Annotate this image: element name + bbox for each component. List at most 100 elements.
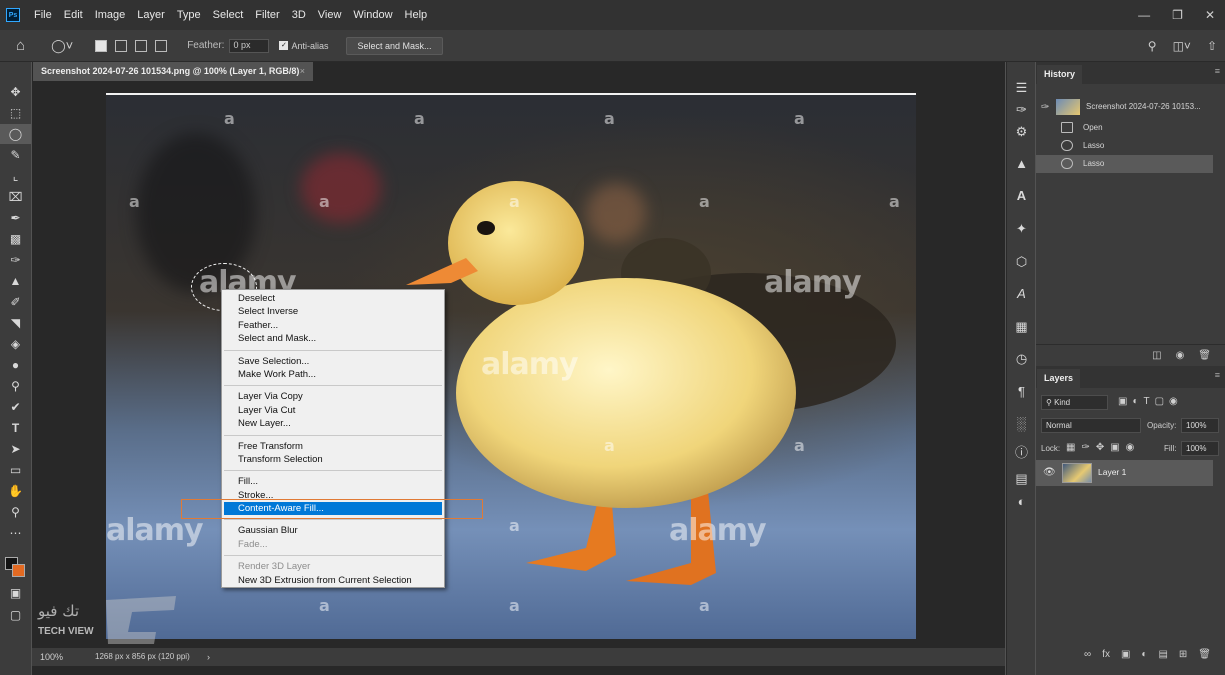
menu-edit[interactable]: Edit (58, 0, 89, 30)
history-step[interactable]: Lasso (1036, 137, 1213, 155)
blur-tool-icon[interactable]: ● (0, 355, 31, 375)
snapshot-camera-icon[interactable]: ◉ (1176, 350, 1185, 361)
histogram-icon[interactable]: ░ (1007, 416, 1036, 431)
menu-item-feather[interactable]: Feather... (222, 319, 444, 332)
select-and-mask-button[interactable]: Select and Mask... (346, 36, 443, 55)
panel-menu-icon[interactable]: ≡ (1215, 370, 1220, 380)
pen-tool-icon[interactable]: ✔ (0, 397, 31, 417)
intersect-selection-icon[interactable] (155, 39, 168, 52)
layer-row[interactable]: 👁 Layer 1 (1036, 460, 1213, 486)
eyedropper-tool-icon[interactable]: ✒ (0, 208, 31, 228)
menu-3d[interactable]: 3D (286, 0, 312, 30)
hand-tool-icon[interactable]: ✋ (0, 481, 31, 501)
delete-icon[interactable]: 🗑 (1198, 350, 1211, 361)
add-mask-icon[interactable]: ▣ (1121, 649, 1130, 660)
new-document-from-state-icon[interactable]: ◫ (1152, 350, 1161, 361)
swatches-icon[interactable]: ▦ (1007, 319, 1036, 335)
history-step-active[interactable]: Lasso (1036, 155, 1213, 173)
add-selection-icon[interactable] (115, 39, 128, 52)
3d-icon[interactable]: ⬡ (1007, 254, 1036, 270)
quick-selection-tool-icon[interactable]: ✎ (0, 145, 31, 165)
type-tool-icon[interactable]: T (0, 418, 31, 438)
zoom-tool-icon[interactable]: ⚲ (0, 502, 31, 522)
menu-select[interactable]: Select (207, 0, 250, 30)
history-step[interactable]: Open (1036, 119, 1213, 137)
feather-input[interactable]: 0 px (229, 38, 270, 53)
fill-input[interactable]: 100% (1181, 441, 1219, 456)
menu-layer[interactable]: Layer (131, 0, 171, 30)
menu-item-save-selection[interactable]: Save Selection... (222, 355, 444, 368)
visibility-eye-icon[interactable]: 👁 (1043, 467, 1056, 478)
workspace-icon[interactable]: ◫˅ (1173, 39, 1191, 53)
opacity-input[interactable]: 100% (1181, 418, 1219, 433)
info-icon[interactable]: ⓘ (1007, 442, 1036, 461)
path-selection-tool-icon[interactable]: ➤ (0, 439, 31, 459)
properties-icon[interactable]: ☰ (1007, 80, 1036, 96)
glyphs-icon[interactable]: A (1007, 286, 1036, 301)
screen-mode-icon[interactable]: ▢ (0, 605, 31, 625)
history-tab[interactable]: History (1037, 65, 1083, 84)
character-icon[interactable]: A (1007, 188, 1036, 203)
restore-icon[interactable]: ❐ (1172, 8, 1183, 22)
document-tab[interactable]: Screenshot 2024-07-26 101534.png @ 100% … (33, 62, 313, 81)
menu-item-layer-via-cut[interactable]: Layer Via Cut (222, 404, 444, 417)
menu-file[interactable]: File (28, 0, 58, 30)
more-tools-icon[interactable]: ⋯ (0, 523, 31, 543)
zoom-level[interactable]: 100% (40, 648, 63, 666)
tool-presets-icon[interactable]: ✦ (1007, 221, 1036, 237)
menu-type[interactable]: Type (171, 0, 207, 30)
menu-item-deselect[interactable]: Deselect (222, 292, 444, 305)
layers-tab[interactable]: Layers (1037, 369, 1081, 388)
delete-layer-icon[interactable]: 🗑 (1198, 649, 1211, 660)
layer-name[interactable]: Layer 1 (1098, 467, 1126, 477)
adjustment-layer-icon[interactable]: ◐ (1141, 649, 1147, 660)
dodge-tool-icon[interactable]: ⚲ (0, 376, 31, 396)
rectangle-tool-icon[interactable]: ▭ (0, 460, 31, 480)
menu-help[interactable]: Help (399, 0, 434, 30)
menu-item-new-layer[interactable]: New Layer... (222, 417, 444, 430)
group-folder-icon[interactable]: ▤ (1158, 649, 1167, 660)
lasso-tool-preset-icon[interactable]: ◯˅ (51, 38, 73, 54)
clone-stamp-tool-icon[interactable]: ▲ (0, 271, 31, 291)
minimize-icon[interactable]: — (1138, 8, 1150, 22)
channels-icon[interactable]: ◐ (1007, 494, 1036, 509)
history-panel-icon[interactable]: ◷ (1007, 351, 1036, 367)
menu-window[interactable]: Window (347, 0, 398, 30)
quick-mask-icon[interactable]: ▣ (0, 583, 31, 603)
menu-item-select-and-mask[interactable]: Select and Mask... (222, 332, 444, 345)
marquee-tool-icon[interactable]: ⬚ (0, 103, 31, 123)
subtract-selection-icon[interactable] (135, 39, 148, 52)
adjustments-icon[interactable]: ⚙ (1007, 124, 1036, 140)
menu-item-layer-via-copy[interactable]: Layer Via Copy (222, 390, 444, 403)
status-menu-arrow[interactable]: › (207, 648, 210, 666)
close-icon[interactable]: ✕ (1205, 8, 1215, 22)
brush-settings-icon[interactable]: ✑ (1007, 102, 1036, 118)
history-brush-tool-icon[interactable]: ✐ (0, 292, 31, 312)
panel-menu-icon[interactable]: ≡ (1215, 66, 1220, 76)
healing-brush-tool-icon[interactable]: ▩ (0, 229, 31, 249)
menu-item-gaussian-blur[interactable]: Gaussian Blur (222, 524, 444, 537)
search-icon[interactable]: ⚲ (1148, 39, 1157, 53)
menu-item-new-3d-extrusion[interactable]: New 3D Extrusion from Current Selection (222, 574, 444, 587)
layer-kind-filter[interactable]: ⚲ Kind (1041, 395, 1108, 410)
lock-icons[interactable]: ▦✑✥▣◉ (1066, 442, 1140, 453)
clone-source-icon[interactable]: ▲ (1007, 156, 1036, 171)
paint-bucket-tool-icon[interactable]: ◈ (0, 334, 31, 354)
layer-filter-icons[interactable]: ▣◐T▢◉ (1118, 396, 1183, 407)
move-tool-icon[interactable]: ✥ (0, 82, 31, 102)
libraries-icon[interactable]: ▤ (1007, 471, 1036, 487)
share-icon[interactable]: ⇧ (1207, 39, 1217, 53)
home-icon[interactable]: ⌂ (16, 37, 25, 54)
close-document-icon[interactable]: × (300, 62, 305, 81)
menu-item-transform-selection[interactable]: Transform Selection (222, 453, 444, 466)
eraser-tool-icon[interactable]: ◥ (0, 313, 31, 333)
antialias-checkbox[interactable]: ✓ (279, 41, 289, 50)
crop-tool-icon[interactable]: ⌞ (0, 166, 31, 186)
history-snapshot[interactable]: ✑ Screenshot 2024-07-26 10153... (1036, 96, 1213, 118)
blend-mode-select[interactable]: Normal (1041, 418, 1141, 433)
menu-item-select-inverse[interactable]: Select Inverse (222, 305, 444, 318)
menu-image[interactable]: Image (89, 0, 132, 30)
menu-view[interactable]: View (312, 0, 348, 30)
paragraph-icon[interactable]: ¶ (1007, 384, 1036, 399)
link-layers-icon[interactable]: ∞ (1084, 649, 1091, 660)
